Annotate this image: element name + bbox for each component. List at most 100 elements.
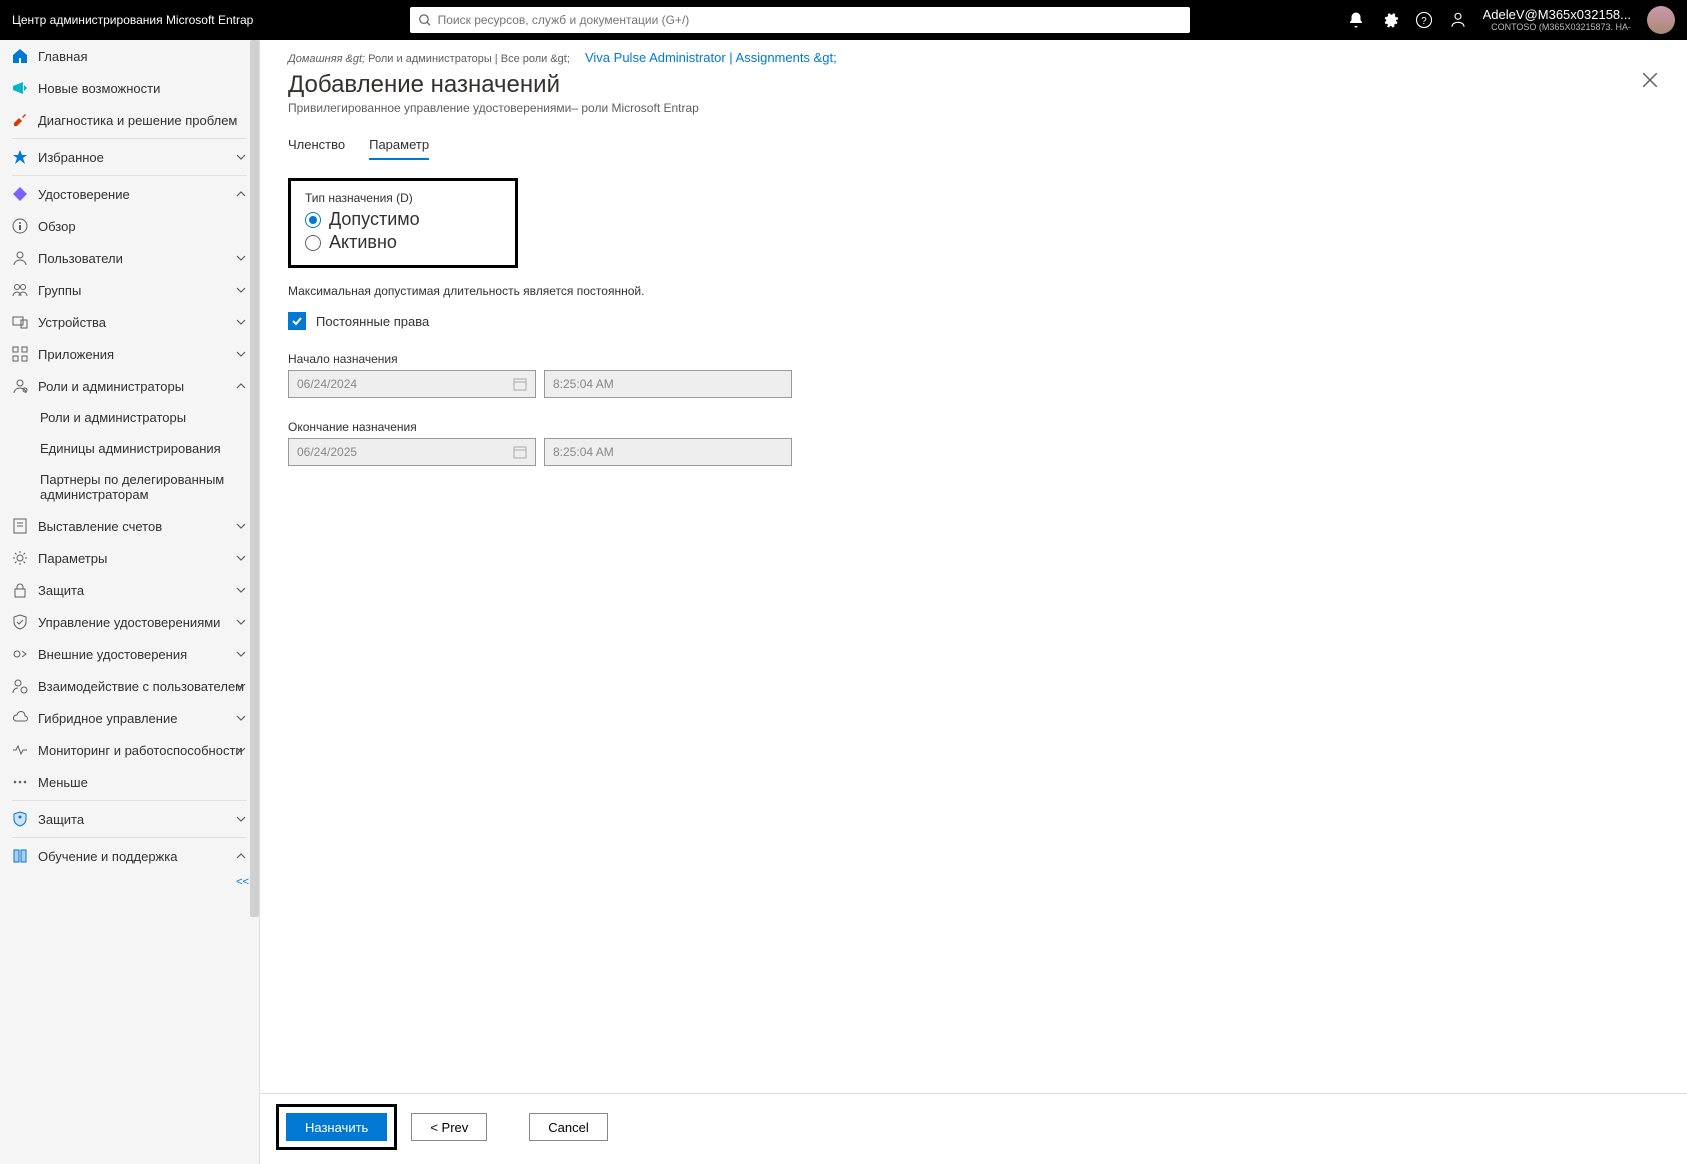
start-date-input[interactable]: 06/24/2024 — [288, 370, 536, 398]
sidebar-item-protection2[interactable]: Защита — [0, 803, 259, 835]
start-date-value: 06/24/2024 — [297, 377, 357, 391]
gear-icon[interactable] — [1381, 11, 1399, 29]
end-date-value: 06/24/2025 — [297, 445, 357, 459]
sidebar-item-roles[interactable]: Роли и администраторы — [0, 370, 259, 402]
end-label: Окончание назначения — [288, 420, 1659, 434]
svg-text:?: ? — [1421, 16, 1427, 27]
assign-button[interactable]: Назначить — [286, 1113, 387, 1141]
sidebar-item-admin-units[interactable]: Единицы администрирования — [0, 433, 259, 464]
sidebar-item-label: Группы — [38, 283, 81, 298]
sidebar-item-roles-sub[interactable]: Роли и администраторы — [0, 402, 259, 433]
radio-eligible[interactable]: Допустимо — [305, 209, 501, 230]
end-time-input[interactable]: 8:25:04 AM — [544, 438, 792, 466]
tab-setting[interactable]: Параметр — [369, 137, 429, 160]
radio-icon — [305, 212, 321, 228]
assignment-type-label: Тип назначения (D) — [305, 191, 501, 205]
calendar-icon — [513, 377, 527, 391]
sidebar-item-overview[interactable]: Обзор — [0, 210, 259, 242]
sidebar-item-protection[interactable]: Защита — [0, 574, 259, 606]
sidebar-item-ux[interactable]: Взаимодействие с пользователем — [0, 670, 259, 702]
shield-person-icon — [12, 811, 28, 827]
home-icon — [12, 48, 28, 64]
sidebar-item-label: Выставление счетов — [38, 519, 162, 534]
sidebar-item-learn[interactable]: Обучение и поддержка — [0, 840, 259, 872]
chevron-down-icon — [235, 648, 247, 660]
search-input[interactable] — [438, 13, 1182, 27]
sidebar-item-label: Диагностика и решение проблем — [38, 113, 237, 128]
wrench-icon — [12, 112, 28, 128]
sidebar-item-devices[interactable]: Устройства — [0, 306, 259, 338]
page-title: Добавление назначений — [288, 71, 699, 99]
sidebar-item-favorites[interactable]: Избранное — [0, 141, 259, 173]
feedback-icon[interactable] — [1449, 11, 1467, 29]
sidebar-item-apps[interactable]: Приложения — [0, 338, 259, 370]
start-time-input[interactable]: 8:25:04 AM — [544, 370, 792, 398]
checkbox-label: Постоянные права — [316, 314, 429, 329]
sidebar-item-label: Меньше — [38, 775, 88, 790]
sidebar-item-groups[interactable]: Группы — [0, 274, 259, 306]
radio-active[interactable]: Активно — [305, 232, 501, 253]
user-name: AdeleV@M365x032158... — [1483, 7, 1631, 23]
chevron-down-icon — [235, 744, 247, 756]
sidebar-item-settings[interactable]: Параметры — [0, 542, 259, 574]
people-icon — [12, 282, 28, 298]
breadcrumb-role[interactable]: Viva Pulse Administrator | Assignments &… — [585, 50, 837, 65]
sidebar-item-hybrid[interactable]: Гибридное управление — [0, 702, 259, 734]
sidebar-item-governance[interactable]: Управление удостоверениями — [0, 606, 259, 638]
bell-icon[interactable] — [1347, 11, 1365, 29]
sidebar-item-diagnostics[interactable]: Диагностика и решение проблем — [0, 104, 259, 136]
breadcrumb: Домашняя &gt; Роли и администраторы | Вс… — [288, 50, 1659, 65]
close-icon[interactable] — [1641, 71, 1659, 89]
tab-membership[interactable]: Членство — [288, 137, 345, 160]
sidebar-item-label: Пользователи — [38, 251, 123, 266]
sidebar-item-home[interactable]: Главная — [0, 40, 259, 72]
sidebar-item-whatsnew[interactable]: Новые возможности — [0, 72, 259, 104]
end-date-input[interactable]: 06/24/2025 — [288, 438, 536, 466]
prev-button[interactable]: < Prev — [411, 1113, 487, 1141]
info-icon — [12, 218, 28, 234]
start-label: Начало назначения — [288, 352, 1659, 366]
sidebar-item-label: Единицы администрирования — [40, 441, 221, 456]
sidebar-item-label: Партнеры по делегированным администратор… — [40, 472, 249, 502]
help-icon[interactable]: ? — [1415, 11, 1433, 29]
global-search[interactable] — [410, 7, 1190, 33]
sidebar-item-billing[interactable]: Выставление счетов — [0, 510, 259, 542]
sidebar-item-monitoring[interactable]: Мониторинг и работоспособности — [0, 734, 259, 766]
page-subtitle: Привилегированное управление удостоверен… — [288, 101, 699, 115]
cancel-button[interactable]: Cancel — [529, 1113, 607, 1141]
user-block[interactable]: AdeleV@M365x032158... CONTOSO (M365X0321… — [1483, 7, 1631, 33]
sidebar-item-delegated-partners[interactable]: Партнеры по делегированным администратор… — [0, 464, 259, 510]
sidebar-item-identity[interactable]: Удостоверение — [0, 178, 259, 210]
sidebar-item-label: Приложения — [38, 347, 114, 362]
sidebar-item-label: Защита — [38, 583, 84, 598]
collapse-sidebar-button[interactable]: << — [0, 872, 259, 892]
invoice-icon — [12, 518, 28, 534]
sidebar-item-external[interactable]: Внешние удостоверения — [0, 638, 259, 670]
chevron-down-icon — [235, 552, 247, 564]
chevron-up-icon — [235, 380, 247, 392]
breadcrumb-path[interactable]: Роли и администраторы | Все роли &gt; — [368, 53, 570, 65]
chevron-down-icon — [235, 316, 247, 328]
permanent-checkbox-row[interactable]: Постоянные права — [288, 312, 1659, 330]
chevron-up-icon — [235, 850, 247, 862]
chevron-down-icon — [235, 252, 247, 264]
avatar[interactable] — [1647, 6, 1675, 34]
assignment-type-box: Тип назначения (D) Допустимо Активно — [288, 178, 518, 268]
chevron-down-icon — [235, 584, 247, 596]
chevron-up-icon — [235, 188, 247, 200]
chevron-down-icon — [235, 520, 247, 532]
chevron-down-icon — [235, 616, 247, 628]
checkbox-icon — [288, 312, 306, 330]
sidebar-item-less[interactable]: Меньше — [0, 766, 259, 798]
sidebar-item-label: Внешние удостоверения — [38, 647, 187, 662]
heartbeat-icon — [12, 742, 28, 758]
external-icon — [12, 646, 28, 662]
sidebar-item-label: Управление удостоверениями — [38, 615, 220, 630]
sidebar-item-label: Обзор — [38, 219, 76, 234]
sidebar-item-label: Обучение и поддержка — [38, 849, 177, 864]
breadcrumb-home[interactable]: Домашняя &gt; — [288, 53, 365, 65]
shield-check-icon — [12, 614, 28, 630]
radio-label: Допустимо — [329, 209, 420, 230]
sidebar-item-users[interactable]: Пользователи — [0, 242, 259, 274]
sidebar-item-label: Главная — [38, 49, 87, 64]
